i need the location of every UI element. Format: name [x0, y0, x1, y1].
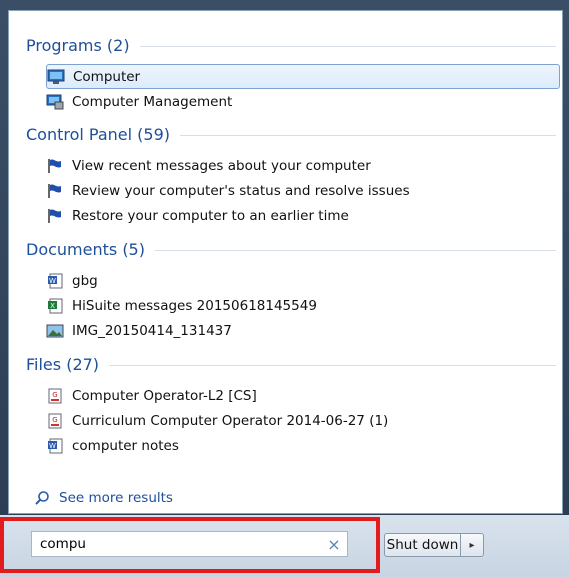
divider — [180, 134, 556, 136]
pdf-file-icon: G — [46, 412, 64, 430]
group-title-programs: Programs (2) — [26, 35, 130, 55]
result-item-recent-messages[interactable]: View recent messages about your computer — [46, 153, 560, 178]
divider — [154, 249, 556, 251]
see-more-results-link[interactable]: See more results — [33, 489, 173, 507]
group-header-documents: Documents (5) — [26, 237, 556, 261]
group-title-files: Files (27) — [26, 354, 100, 374]
search-icon — [33, 489, 51, 507]
shutdown-button-group: Shut down ▸ — [384, 533, 484, 557]
search-input[interactable]: compu × — [31, 531, 348, 557]
result-label: HiSuite messages 20150618145549 — [72, 297, 317, 314]
divider — [109, 364, 556, 366]
excel-doc-icon: X — [46, 297, 64, 315]
word-doc-icon: W — [46, 437, 64, 455]
result-item-hisuite-messages[interactable]: X HiSuite messages 20150618145549 — [46, 293, 560, 318]
svg-text:G: G — [52, 391, 57, 399]
flag-icon — [46, 182, 64, 200]
result-label: computer notes — [72, 437, 179, 454]
result-item-computer-operator[interactable]: G Computer Operator-L2 [CS] — [46, 383, 560, 408]
result-item-img[interactable]: IMG_20150414_131437 — [46, 318, 560, 343]
result-label: Computer — [73, 68, 141, 85]
flag-icon — [46, 157, 64, 175]
result-item-curriculum[interactable]: G Curriculum Computer Operator 2014-06-2… — [46, 408, 560, 433]
group-title-control-panel: Control Panel (59) — [26, 124, 171, 144]
result-label: Computer Operator-L2 [CS] — [72, 387, 257, 404]
result-label: Curriculum Computer Operator 2014-06-27 … — [72, 412, 389, 429]
group-header-control-panel: Control Panel (59) — [26, 122, 556, 146]
svg-text:X: X — [50, 302, 55, 310]
result-label: IMG_20150414_131437 — [72, 322, 232, 339]
svg-text:W: W — [49, 277, 56, 285]
svg-text:W: W — [49, 442, 56, 450]
result-item-review-status[interactable]: Review your computer's status and resolv… — [46, 178, 560, 203]
result-label: View recent messages about your computer — [72, 157, 371, 174]
image-file-icon — [46, 322, 64, 340]
clear-search-icon[interactable]: × — [321, 535, 347, 554]
result-item-restore[interactable]: Restore your computer to an earlier time — [46, 203, 560, 228]
computer-management-icon — [46, 93, 64, 111]
result-label: Restore your computer to an earlier time — [72, 207, 349, 224]
result-item-computer-management[interactable]: Computer Management — [46, 89, 560, 114]
shutdown-options-arrow-icon[interactable]: ▸ — [460, 534, 483, 556]
start-menu: Programs (2) Computer Computer Managemen… — [0, 0, 569, 577]
search-input-value: compu — [40, 536, 86, 552]
see-more-label: See more results — [59, 490, 173, 506]
pdf-file-icon: G — [46, 387, 64, 405]
word-doc-icon: W — [46, 272, 64, 290]
svg-text:G: G — [52, 416, 57, 424]
group-header-files: Files (27) — [26, 352, 556, 376]
flag-icon — [46, 207, 64, 225]
result-item-computer-notes[interactable]: W computer notes — [46, 433, 560, 458]
group-header-programs: Programs (2) — [26, 33, 556, 57]
result-label: gbg — [72, 272, 98, 289]
computer-icon — [47, 68, 65, 86]
shutdown-button[interactable]: Shut down — [385, 534, 460, 556]
divider — [139, 45, 556, 47]
result-item-gbg[interactable]: W gbg — [46, 268, 560, 293]
search-results-panel: Programs (2) Computer Computer Managemen… — [8, 10, 563, 514]
result-label: Computer Management — [72, 93, 233, 110]
result-item-computer[interactable]: Computer — [46, 64, 560, 89]
result-label: Review your computer's status and resolv… — [72, 182, 410, 199]
group-title-documents: Documents (5) — [26, 239, 145, 259]
